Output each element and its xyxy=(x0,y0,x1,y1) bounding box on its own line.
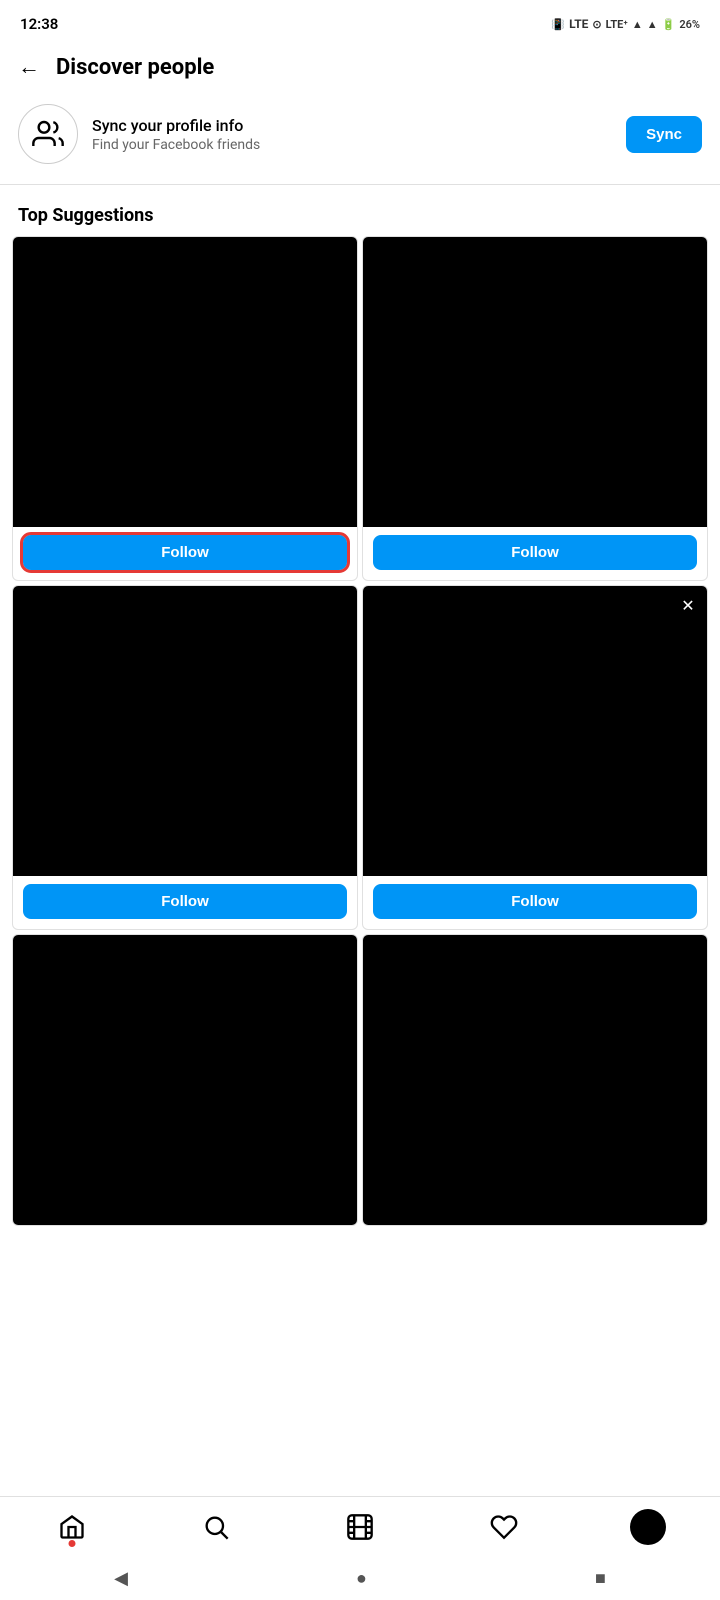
profile-avatar xyxy=(630,1509,666,1545)
suggestion-card-5 xyxy=(12,934,358,1226)
android-back-button[interactable]: ◀ xyxy=(114,1568,128,1589)
follow-button-2[interactable]: Follow xyxy=(373,535,697,570)
wifi-icon: ⊙ xyxy=(592,18,601,31)
bottom-nav xyxy=(0,1496,720,1556)
page-title: Discover people xyxy=(56,55,214,80)
nav-activity[interactable] xyxy=(474,1497,534,1557)
home-dot xyxy=(69,1540,76,1547)
sync-title: Sync your profile info xyxy=(92,116,612,135)
signal-icon: ▲ xyxy=(632,18,643,31)
sync-icon-wrap xyxy=(18,104,78,164)
nav-home[interactable] xyxy=(42,1497,102,1557)
status-time: 12:38 xyxy=(20,15,58,33)
heart-icon xyxy=(490,1513,518,1541)
card-footer-1: Follow xyxy=(13,527,357,580)
card-image-3 xyxy=(13,586,357,876)
page-header: ← Discover people xyxy=(0,44,720,90)
follow-button-4[interactable]: Follow xyxy=(373,884,697,919)
follow-button-3[interactable]: Follow xyxy=(23,884,347,919)
card-image-2 xyxy=(363,237,707,527)
divider xyxy=(0,184,720,185)
suggestion-card-4: ✕ Follow xyxy=(362,585,708,930)
card-image-1 xyxy=(13,237,357,527)
card-image-5 xyxy=(13,935,357,1225)
people-icon xyxy=(32,118,64,150)
signal2-icon: ▲ xyxy=(647,18,658,31)
home-icon xyxy=(58,1513,86,1541)
card-image-4 xyxy=(363,586,707,876)
status-icons: 📳 LTE ⊙ LTE⁺ ▲ ▲ 🔋 26% xyxy=(551,17,700,31)
battery-icon: 🔋 xyxy=(662,18,676,31)
vibrate-icon: 📳 xyxy=(551,18,565,31)
suggestions-grid: Follow Follow Follow ✕ Follow xyxy=(0,236,720,1226)
sync-text: Sync your profile info Find your Faceboo… xyxy=(92,116,612,153)
back-button[interactable]: ← xyxy=(18,54,40,80)
lte-call-icon: LTE xyxy=(569,17,588,31)
status-bar: 12:38 📳 LTE ⊙ LTE⁺ ▲ ▲ 🔋 26% xyxy=(0,0,720,44)
sync-button[interactable]: Sync xyxy=(626,116,702,153)
reels-icon xyxy=(346,1513,374,1541)
section-title: Top Suggestions xyxy=(0,191,720,236)
android-recents-button[interactable]: ■ xyxy=(595,1568,606,1589)
sync-section: Sync your profile info Find your Faceboo… xyxy=(0,90,720,178)
card-footer-3: Follow xyxy=(13,876,357,929)
suggestion-card-3: Follow xyxy=(12,585,358,930)
card-footer-4: Follow xyxy=(363,876,707,929)
battery-percent: 26% xyxy=(679,18,700,31)
nav-profile[interactable] xyxy=(618,1497,678,1557)
android-nav: ◀ ● ■ xyxy=(0,1556,720,1600)
suggestion-card-2: Follow xyxy=(362,236,708,581)
card-image-6 xyxy=(363,935,707,1225)
android-home-button[interactable]: ● xyxy=(356,1568,367,1589)
nav-reels[interactable] xyxy=(330,1497,390,1557)
close-icon[interactable]: ✕ xyxy=(677,594,699,616)
card-footer-2: Follow xyxy=(363,527,707,580)
lte-data-icon: LTE⁺ xyxy=(606,18,628,31)
sync-subtitle: Find your Facebook friends xyxy=(92,137,612,153)
suggestion-card-6 xyxy=(362,934,708,1226)
nav-search[interactable] xyxy=(186,1497,246,1557)
suggestion-card-1: Follow xyxy=(12,236,358,581)
search-icon xyxy=(202,1513,230,1541)
follow-button-1[interactable]: Follow xyxy=(23,535,347,570)
